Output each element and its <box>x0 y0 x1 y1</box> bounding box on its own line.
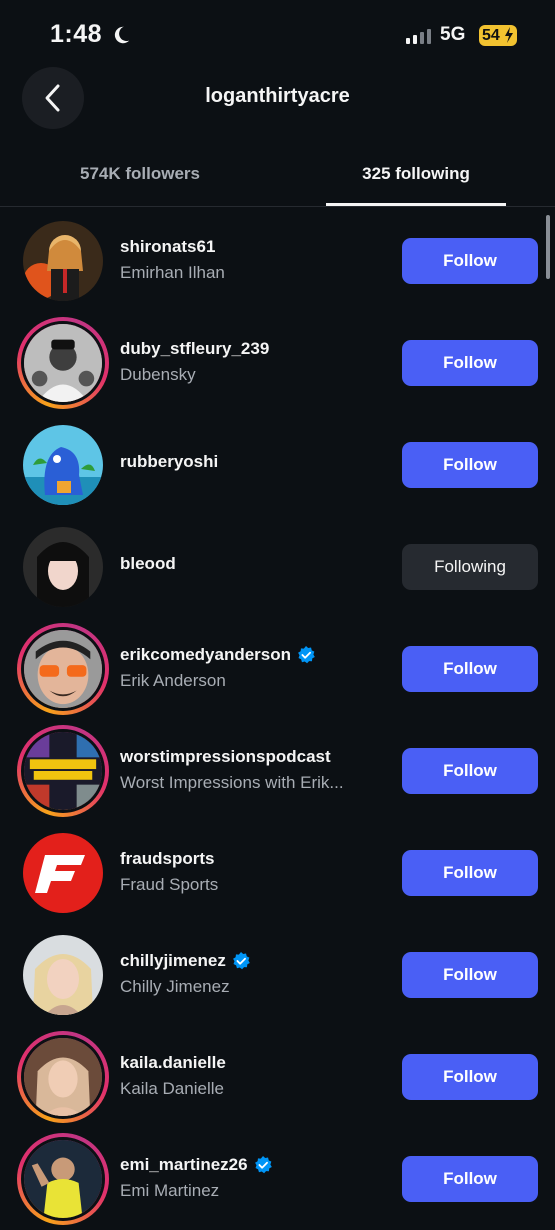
status-time: 1:48 <box>50 20 103 48</box>
username[interactable]: fraudsports <box>120 849 380 869</box>
username-text: fraudsports <box>120 849 215 868</box>
full-name: Dubensky <box>120 365 196 384</box>
full-name: Chilly Jimenez <box>120 977 230 996</box>
list-item[interactable]: fraudsports Fraud Sports Follow <box>0 822 555 924</box>
fraud-sports-logo-icon <box>23 833 103 913</box>
username[interactable]: rubberyoshi <box>120 452 380 472</box>
list-item[interactable]: worstimpressionspodcast Worst Impression… <box>0 720 555 822</box>
tab-following[interactable]: 325 following <box>326 164 506 184</box>
avatar[interactable] <box>23 527 103 607</box>
username-text: emi_martinez26 <box>120 1155 248 1174</box>
tab-bar: 574K followers 325 following <box>0 148 555 207</box>
network-label: 5G <box>440 24 466 45</box>
follow-button[interactable]: Follow <box>402 442 538 488</box>
avatar[interactable] <box>23 833 103 913</box>
follow-button[interactable]: Follow <box>402 238 538 284</box>
page-title: loganthirtyacre <box>205 85 350 107</box>
profile-photo-icon <box>24 732 102 810</box>
username[interactable]: worstimpressionspodcast <box>120 747 380 767</box>
follow-button[interactable]: Follow <box>402 1054 538 1100</box>
profile-photo-icon <box>23 221 103 301</box>
list-item[interactable]: bleood Following <box>0 516 555 618</box>
full-name: Emirhan Ilhan <box>120 263 225 282</box>
full-name: Kaila Danielle <box>120 1079 224 1098</box>
username-text: kaila.danielle <box>120 1053 226 1072</box>
username[interactable]: duby_stfleury_239 <box>120 339 380 359</box>
follow-button[interactable]: Follow <box>402 952 538 998</box>
profile-photo-icon <box>24 1140 102 1218</box>
list-item[interactable]: emi_martinez26 Emi Martinez Follow <box>0 1128 555 1230</box>
username[interactable]: chillyjimenez <box>120 951 380 971</box>
avatar[interactable] <box>17 1031 109 1123</box>
list-item[interactable]: kaila.danielle Kaila Danielle Follow <box>0 1026 555 1128</box>
tab-followers[interactable]: 574K followers <box>30 164 250 184</box>
follow-button[interactable]: Follow <box>402 748 538 794</box>
full-name: Emi Martinez <box>120 1181 220 1200</box>
follow-button[interactable]: Follow <box>402 646 538 692</box>
username-text: shironats61 <box>120 237 216 256</box>
list-item[interactable]: chillyjimenez Chilly Jimenez Follow <box>0 924 555 1026</box>
username[interactable]: kaila.danielle <box>120 1053 380 1073</box>
charging-icon <box>505 27 513 43</box>
avatar[interactable] <box>17 317 109 409</box>
verified-badge-icon <box>298 646 315 664</box>
username[interactable]: emi_martinez26 <box>120 1155 380 1175</box>
username-text: rubberyoshi <box>120 452 219 471</box>
username[interactable]: shironats61 <box>120 237 380 257</box>
list-item[interactable]: duby_stfleury_239 Dubensky Follow <box>0 312 555 414</box>
follow-button[interactable]: Follow <box>402 1156 538 1202</box>
full-name: Erik Anderson <box>120 671 226 690</box>
moon-icon <box>114 26 130 44</box>
avatar[interactable] <box>17 725 109 817</box>
list-item[interactable]: erikcomedyanderson Erik Anderson Follow <box>0 618 555 720</box>
follow-button[interactable]: Follow <box>402 850 538 896</box>
profile-photo-icon <box>23 527 103 607</box>
full-name: Fraud Sports <box>120 875 219 894</box>
battery-level: 54 <box>482 26 500 44</box>
following-button[interactable]: Following <box>402 544 538 590</box>
verified-badge-icon <box>232 952 250 970</box>
header: loganthirtyacre <box>0 60 555 140</box>
username-text: chillyjimenez <box>120 951 226 970</box>
username[interactable]: erikcomedyanderson <box>120 645 380 665</box>
profile-photo-icon <box>24 1038 102 1116</box>
avatar[interactable] <box>23 221 103 301</box>
username-text: duby_stfleury_239 <box>120 339 270 358</box>
avatar[interactable] <box>17 623 109 715</box>
profile-photo-icon <box>24 630 102 708</box>
list-item[interactable]: shironats61 Emirhan Ilhan Follow <box>0 210 555 312</box>
username-text: worstimpressionspodcast <box>120 747 331 766</box>
verified-badge-icon <box>254 1156 272 1174</box>
list-item[interactable]: rubberyoshi Follow <box>0 414 555 516</box>
follow-button[interactable]: Follow <box>402 340 538 386</box>
battery-indicator: 54 <box>479 25 517 46</box>
username[interactable]: bleood <box>120 554 380 574</box>
avatar[interactable] <box>23 935 103 1015</box>
active-tab-indicator <box>326 203 506 206</box>
cellular-signal-icon <box>406 29 431 44</box>
username-text: erikcomedyanderson <box>120 645 292 664</box>
profile-photo-icon <box>23 425 103 505</box>
full-name: Worst Impressions with Erik... <box>120 773 344 792</box>
avatar[interactable] <box>17 1133 109 1225</box>
profile-photo-icon <box>23 935 103 1015</box>
profile-photo-icon <box>24 324 102 402</box>
avatar[interactable] <box>23 425 103 505</box>
username-text: bleood <box>120 554 176 573</box>
